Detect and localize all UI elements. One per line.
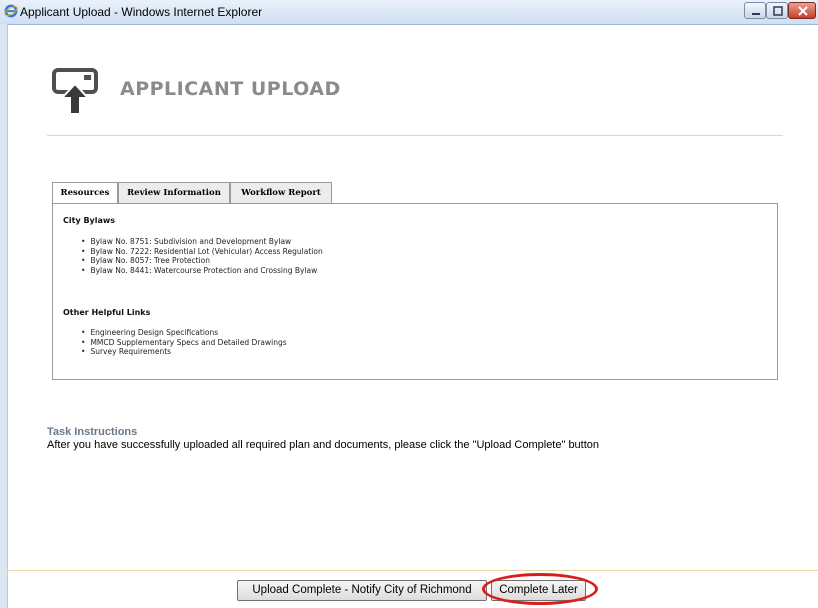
- bylaw-7222-link[interactable]: Bylaw No. 7222: Residential Lot (Vehicul…: [90, 247, 322, 256]
- maximize-icon: [773, 6, 783, 16]
- close-icon: [798, 6, 808, 16]
- city-bylaws-list: Bylaw No. 8751: Subdivision and Developm…: [81, 237, 323, 276]
- survey-requirements-link[interactable]: Survey Requirements: [90, 347, 171, 356]
- window-titlebar: Applicant Upload - Windows Internet Expl…: [0, 0, 818, 25]
- footer-divider: [7, 570, 818, 571]
- close-button[interactable]: [788, 2, 816, 19]
- header-divider: [47, 135, 783, 136]
- tab-workflow-report[interactable]: Workflow Report: [230, 182, 332, 203]
- bylaw-8441-link[interactable]: Bylaw No. 8441: Watercourse Protection a…: [90, 266, 317, 275]
- resources-panel: City Bylaws Bylaw No. 8751: Subdivision …: [52, 203, 778, 380]
- window-title: Applicant Upload - Windows Internet Expl…: [20, 5, 263, 19]
- window-left-border: [0, 24, 8, 608]
- page-title: APPLICANT UPLOAD: [120, 78, 341, 100]
- list-item: Bylaw No. 8057: Tree Protection: [81, 256, 323, 266]
- section-heading-helpful-links: Other Helpful Links: [63, 308, 151, 317]
- upload-icon: [52, 68, 98, 115]
- task-instructions-heading: Task Instructions: [47, 426, 138, 438]
- minimize-button[interactable]: [744, 2, 766, 19]
- section-heading-city-bylaws: City Bylaws: [63, 216, 116, 225]
- maximize-button[interactable]: [766, 2, 788, 19]
- minimize-icon: [752, 13, 760, 15]
- engineering-specs-link[interactable]: Engineering Design Specifications: [90, 328, 218, 337]
- tab-review-information[interactable]: Review Information: [118, 182, 230, 203]
- helpful-links-list: Engineering Design Specifications MMCD S…: [81, 328, 287, 357]
- task-instructions-text: After you have successfully uploaded all…: [47, 439, 600, 451]
- ie-logo-icon: [4, 4, 18, 18]
- complete-later-button[interactable]: Complete Later: [491, 580, 586, 601]
- tab-resources[interactable]: Resources: [52, 182, 118, 204]
- bylaw-8057-link[interactable]: Bylaw No. 8057: Tree Protection: [90, 256, 210, 265]
- list-item: Engineering Design Specifications: [81, 328, 287, 338]
- list-item: Bylaw No. 8441: Watercourse Protection a…: [81, 266, 323, 276]
- list-item: MMCD Supplementary Specs and Detailed Dr…: [81, 338, 286, 348]
- list-item: Bylaw No. 7222: Residential Lot (Vehicul…: [81, 247, 322, 257]
- upload-complete-button[interactable]: Upload Complete - Notify City of Richmon…: [237, 580, 487, 601]
- list-item: Survey Requirements: [81, 347, 287, 357]
- list-item: Bylaw No. 8751: Subdivision and Developm…: [81, 237, 323, 247]
- mmcd-specs-link[interactable]: MMCD Supplementary Specs and Detailed Dr…: [90, 338, 286, 347]
- bylaw-8751-link[interactable]: Bylaw No. 8751: Subdivision and Developm…: [90, 237, 291, 246]
